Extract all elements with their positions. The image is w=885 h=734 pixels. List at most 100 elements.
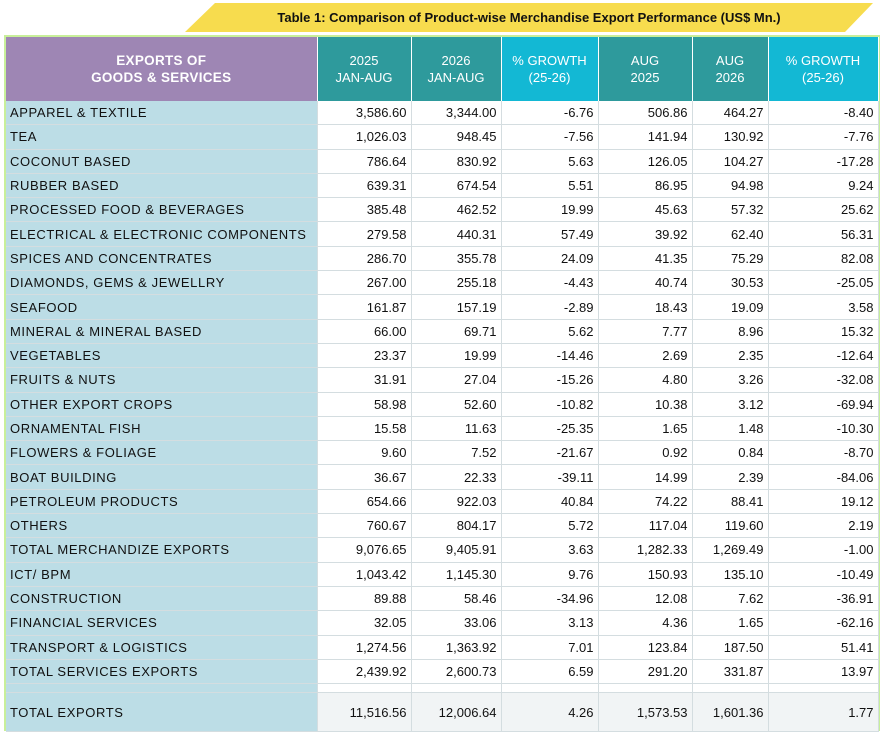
table-title: Table 1: Comparison of Product-wise Merc… (277, 10, 781, 25)
table-cell: -34.96 (501, 586, 599, 612)
table-cell: 161.87 (317, 294, 412, 320)
table-cell: -62.16 (768, 610, 879, 636)
table-row: FLOWERS & FOLIAGE 9.60 7.52 -21.67 0.92 0.84-… (6, 440, 879, 466)
table-cell: 1,026.03 (317, 124, 412, 150)
table-cell: 440.31 (411, 221, 502, 247)
table-cell: 13.97 (768, 659, 879, 685)
table-cell: 760.67 (317, 513, 412, 539)
table-cell: 9.60 (317, 440, 412, 466)
table-cell: 291.20 (598, 659, 693, 685)
table-cell: 27.04 (411, 367, 502, 393)
row-label: VEGETABLES (6, 343, 318, 369)
table-cell: 9.76 (501, 562, 599, 587)
table-cell: 1.65 (598, 416, 693, 442)
table-cell: 75.29 (692, 246, 769, 272)
table-row: DIAMONDS, GEMS & JEWELLRY 267.00 255.18 -4.… (6, 270, 879, 296)
table-cell: -84.06 (768, 464, 879, 490)
table-cell: 10.38 (598, 392, 693, 417)
table-row: PROCESSED FOOD & BEVERAGES 385.48 462.52 19… (6, 197, 879, 223)
table-row: APPAREL & TEXTILE 3,586.60 3,344.00 -6.76 50… (6, 101, 879, 126)
row-label: TOTAL SERVICES EXPORTS (6, 659, 318, 685)
table-cell: -17.28 (768, 149, 879, 174)
header-line: % GROWTH (785, 53, 861, 68)
table-cell: 15.32 (768, 319, 879, 344)
row-label: OTHER EXPORT CROPS (6, 392, 318, 417)
table-row: SEAFOOD 161.87 157.19 -2.89 18.43 19.09 3.58 (6, 294, 879, 320)
table-cell: 11,516.56 (317, 692, 412, 733)
header-line: 2026 (715, 70, 745, 85)
table-cell: 267.00 (317, 270, 412, 296)
table-cell: 3.58 (768, 294, 879, 320)
table-cell: 69.71 (411, 319, 502, 344)
table-cell: 104.27 (692, 149, 769, 174)
table-cell: -69.94 (768, 392, 879, 417)
table-cell: 2,600.73 (411, 659, 502, 685)
table-cell: 5.63 (501, 149, 599, 174)
table-cell: 11.63 (411, 416, 502, 442)
table-cell: 19.99 (411, 343, 502, 369)
row-label: PROCESSED FOOD & BEVERAGES (6, 197, 318, 223)
column-header-aug-2026: AUG 2026 (692, 37, 769, 101)
table-cell: -36.91 (768, 586, 879, 612)
table-cell: 52.60 (411, 392, 502, 417)
row-label: MINERAL & MINERAL BASED (6, 319, 318, 344)
column-header-2025-jan-aug: 2025 JAN-AUG (317, 37, 412, 101)
column-header-aug-2025: AUG 2025 (598, 37, 693, 101)
table-cell: -8.40 (768, 101, 879, 126)
header-line: JAN-AUG (335, 70, 393, 85)
table-cell: 22.33 (411, 464, 502, 490)
row-label: FRUITS & NUTS (6, 367, 318, 393)
table-cell: -10.82 (501, 392, 599, 417)
table-cell: 9,076.65 (317, 537, 412, 563)
table-cell: 385.48 (317, 197, 412, 223)
row-label: ELECTRICAL & ELECTRONIC COMPONENTS (6, 221, 318, 247)
table-cell: -25.35 (501, 416, 599, 442)
table-cell: 5.72 (501, 513, 599, 539)
table-title-banner: Table 1: Comparison of Product-wise Merc… (185, 3, 873, 32)
row-label: COCONUT BASED (6, 149, 318, 174)
table-cell: 41.35 (598, 246, 693, 272)
export-performance-table: EXPORTS OF GOODS & SERVICES 2025 JAN-AUG 2… (6, 37, 879, 733)
table-cell: 86.95 (598, 173, 693, 199)
table-cell: 9,405.91 (411, 537, 502, 563)
table-cell: 94.98 (692, 173, 769, 199)
table-row: BOAT BUILDING 36.67 22.33 -39.11 14.99 2.39 -8… (6, 464, 879, 490)
table-cell: 45.63 (598, 197, 693, 223)
table-cell: 141.94 (598, 124, 693, 150)
table-cell: 0.92 (598, 440, 693, 466)
table-cell: 948.45 (411, 124, 502, 150)
table-cell: 58.98 (317, 392, 412, 417)
row-label: TRANSPORT & LOGISTICS (6, 635, 318, 660)
table-cell: 1,573.53 (598, 692, 693, 733)
row-label: APPAREL & TEXTILE (6, 101, 318, 126)
table-cell: 117.04 (598, 513, 693, 539)
table-cell: 58.46 (411, 586, 502, 612)
table-cell: 462.52 (411, 197, 502, 223)
header-line: 2026 (441, 53, 471, 68)
table-cell: 19.12 (768, 489, 879, 515)
header-line: GOODS & SERVICES (91, 70, 232, 85)
table-row: COCONUT BASED 786.64 830.92 5.63 126.05 104.2… (6, 149, 879, 174)
table-row: TOTAL MERCHANDIZE EXPORTS 9,076.65 9,405.9… (6, 537, 879, 563)
table-cell: 3.12 (692, 392, 769, 417)
row-label: ICT/ BPM (6, 562, 318, 587)
table-body: APPAREL & TEXTILE 3,586.60 3,344.00 -6.76 50… (6, 101, 879, 733)
table-cell: 130.92 (692, 124, 769, 150)
table-cell: 654.66 (317, 489, 412, 515)
table-cell: 1.48 (692, 416, 769, 442)
table-cell: 88.41 (692, 489, 769, 515)
table-cell: -21.67 (501, 440, 599, 466)
table-cell: 0.84 (692, 440, 769, 466)
table-cell: 187.50 (692, 635, 769, 660)
header-line: JAN-AUG (427, 70, 485, 85)
table-cell: 1.77 (768, 692, 879, 733)
spacer-cell (501, 683, 599, 694)
row-label: ORNAMENTAL FISH (6, 416, 318, 442)
spacer-row (6, 683, 879, 694)
table-cell: 1,601.36 (692, 692, 769, 733)
table-cell: 7.62 (692, 586, 769, 612)
table-cell: 40.84 (501, 489, 599, 515)
row-label: RUBBER BASED (6, 173, 318, 199)
table-cell: 123.84 (598, 635, 693, 660)
table-cell: 7.01 (501, 635, 599, 660)
